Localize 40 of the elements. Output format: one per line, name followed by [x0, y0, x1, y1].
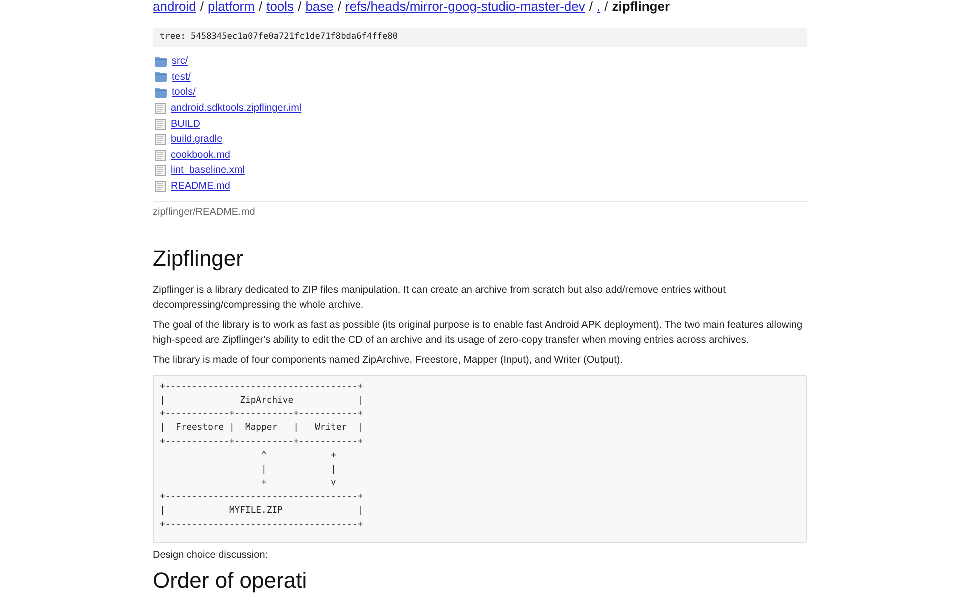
file-icon [155, 181, 166, 192]
tree-hash: tree: 5458345ec1a07fe0a721fc1de71f8bda6f4ffe80 [153, 28, 807, 47]
file-link[interactable]: android.sdktools.zipflinger.iml [171, 102, 302, 116]
file-link[interactable]: BUILD [171, 118, 200, 131]
file-icon [155, 150, 166, 161]
breadcrumb-separator: / [200, 0, 204, 14]
readme-path: zipflinger/README.md [153, 207, 256, 220]
folder-icon [155, 56, 167, 67]
file-link[interactable]: lint_baseline.xml [171, 164, 245, 178]
breadcrumb-separator: / [338, 0, 342, 14]
file-icon [155, 134, 166, 146]
breadcrumb-link[interactable]: base [306, 0, 334, 14]
breadcrumb-link[interactable]: android [153, 0, 196, 14]
breadcrumb-separator: / [258, 0, 263, 14]
readme-paragraph: The library is made of four components named ZipArchive, Freestore, Mapper (Input), and Writer (Output). [153, 354, 624, 368]
file-link[interactable]: cookbook.md [171, 148, 230, 162]
file-link[interactable]: build.gradle [171, 133, 223, 146]
breadcrumb-link[interactable]: tools [266, 0, 294, 14]
breadcrumb-separator: / [298, 0, 302, 14]
file-link[interactable]: src/ [172, 55, 188, 68]
readme-heading: Order of operati [153, 568, 308, 594]
file-icon [155, 165, 166, 176]
breadcrumb-link[interactable]: refs/heads/mirror-goog-studio-master-dev [346, 0, 586, 14]
file-icon [155, 103, 166, 114]
breadcrumb-current: zipflinger [612, 0, 670, 14]
file-link[interactable]: tools/ [172, 86, 196, 100]
readme-paragraph: The goal of the library is to work as fast as possible (its original purpose is to enable fast Android APK deployment). The two main features allowing high-speed are Zipflinger's ability to edit the CD of an archive and its usage of zero-copy transfer when moving entries across archives. [153, 319, 804, 348]
readme-paragraph: Zipflinger is a library dedicated to ZIP files manipulation. It can create an archive from scratch but also add/remove entries without decompressing/compressing the whole archive. [153, 284, 727, 314]
breadcrumb-separator: / [589, 0, 594, 14]
breadcrumb-link[interactable]: platform [208, 0, 255, 14]
file-icon [155, 118, 166, 130]
folder-icon [155, 72, 167, 82]
readme-heading: Zipflinger [153, 246, 244, 272]
file-link[interactable]: README.md [171, 180, 230, 194]
breadcrumb-separator: / [604, 0, 608, 14]
folder-icon [155, 88, 167, 98]
readme-paragraph: Design choice discussion: [153, 548, 270, 563]
code-block: +------------------------------------+ | ZipArchive | +------------+-----------+-----------+ | Freestore | Mapper | Writer | +------------+-----------+-----------+ ^ + | | + v +------------------------------------+ | MYFILE.ZIP | +------------------------------------+ [153, 374, 807, 543]
file-link[interactable]: test/ [172, 70, 191, 84]
breadcrumb-link[interactable]: . [597, 0, 601, 14]
